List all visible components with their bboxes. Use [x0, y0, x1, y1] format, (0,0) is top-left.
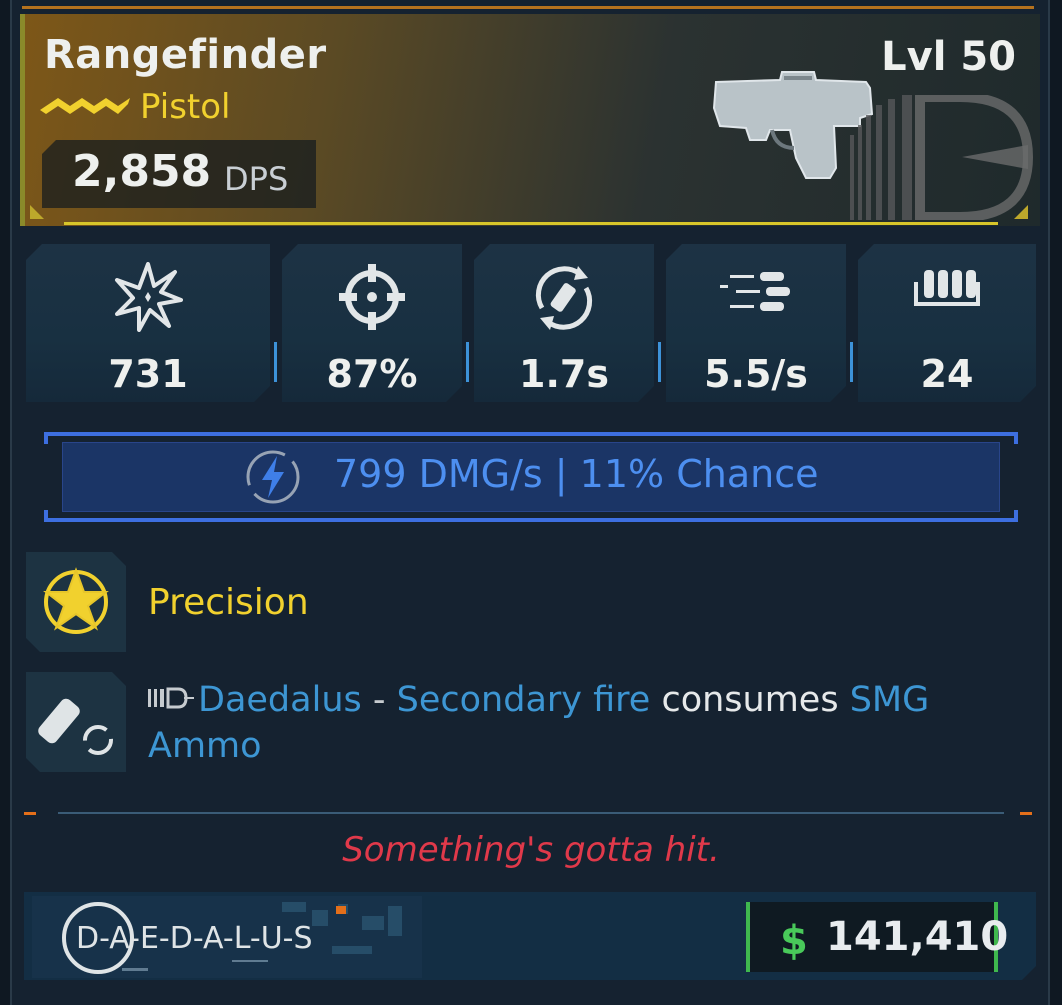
stat-magazine-value: 24 — [920, 352, 974, 396]
magazine-icon — [910, 262, 984, 322]
perk-consumes: consumes — [650, 680, 850, 720]
stat-reload-value: 1.7s — [519, 352, 609, 396]
stat-separator — [850, 342, 853, 382]
item-level: Lvl 50 — [881, 34, 1016, 80]
daedalus-logo-icon: D-A-E-D-A-L-U-S — [32, 896, 422, 978]
divider-tick-right — [1020, 812, 1032, 815]
header-underline — [64, 222, 998, 225]
damage-burst-icon — [113, 262, 183, 332]
element-damage-text: 799 DMG/s | 11% Chance — [334, 452, 819, 496]
stat-fire-rate: 5.5/s — [666, 244, 846, 402]
reload-icon — [528, 262, 600, 334]
top-accent-line — [22, 6, 1034, 9]
lightning-icon — [246, 450, 300, 504]
price-value: 141,410 — [826, 914, 1009, 960]
precision-star-icon — [26, 552, 126, 652]
perk-icon-box — [26, 672, 126, 772]
stat-separator — [274, 342, 277, 382]
ammo-swap-icon — [26, 672, 126, 772]
stat-magazine: 24 — [858, 244, 1036, 402]
rarity-chevrons-icon — [40, 98, 130, 114]
stat-reload: 1.7s — [474, 244, 654, 402]
corner-marker-left — [30, 205, 44, 219]
dps-box: 2,858 DPS — [42, 140, 316, 208]
stat-separator — [658, 342, 661, 382]
corner-marker-right — [1014, 205, 1028, 219]
crosshair-icon — [337, 262, 407, 332]
perk-dash: - — [361, 680, 397, 720]
perk-daedalus-text: Daedalus - Secondary fire consumes SMG A… — [148, 677, 1028, 769]
manufacturer-watermark-icon — [850, 95, 1034, 220]
dps-value: 2,858 — [72, 146, 212, 197]
divider-tick-left — [24, 812, 36, 815]
perk-secondary-fire: Secondary fire — [396, 680, 651, 720]
stat-damage: 731 — [26, 244, 270, 402]
stat-damage-value: 731 — [108, 352, 188, 396]
currency-icon: $ — [780, 918, 808, 964]
perk-manufacturer: Daedalus — [198, 680, 362, 720]
item-type: Pistol — [140, 87, 231, 127]
flavor-text: Something's gotta hit. — [342, 830, 720, 870]
perk-icon-box — [26, 552, 126, 652]
stat-fire-rate-value: 5.5/s — [704, 352, 808, 396]
item-name: Rangefinder — [44, 32, 327, 78]
stat-accuracy-value: 87% — [326, 352, 418, 396]
manufacturer-logo-text: D-A-E-D-A-L-U-S — [76, 921, 313, 956]
dps-unit: DPS — [224, 160, 289, 198]
section-divider — [58, 812, 1004, 814]
fire-rate-icon — [720, 262, 792, 322]
stat-separator — [466, 342, 469, 382]
perk-precision: Precision — [148, 582, 309, 623]
daedalus-mini-logo-icon — [148, 687, 194, 709]
stat-accuracy: 87% — [282, 244, 462, 402]
